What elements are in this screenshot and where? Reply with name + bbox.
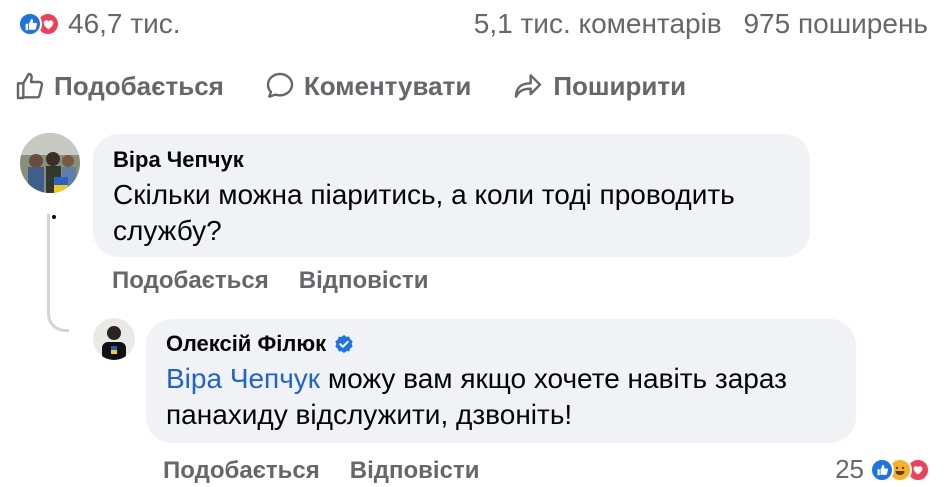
thumbs-up-icon bbox=[16, 72, 44, 100]
reply-bubble: Олексій Філюк Віра Чепчук можу вам якщо … bbox=[146, 319, 856, 443]
reply-reactions-count: 25 bbox=[835, 454, 864, 484]
avatar-vira-chepchuk[interactable] bbox=[20, 133, 80, 193]
reply-author[interactable]: Олексій Філюк bbox=[166, 331, 836, 357]
like-button-label: Подобається bbox=[54, 70, 224, 101]
comment-bubble: Віра Чепчук Скільки можна піаритись, а к… bbox=[93, 134, 810, 257]
verified-badge-icon bbox=[335, 335, 353, 353]
share-button-label: Поширити bbox=[553, 70, 687, 101]
comment-like-link[interactable]: Подобається bbox=[112, 267, 269, 295]
share-arrow-icon bbox=[515, 74, 542, 98]
post-action-bar: Подобається Коментувати Поширити bbox=[14, 70, 726, 102]
reply-like-link[interactable]: Подобається bbox=[163, 457, 320, 485]
reply-actions: Подобається Відповісти bbox=[163, 457, 509, 485]
comment-text: Скільки можна піаритись, а коли тоді про… bbox=[113, 179, 735, 246]
like-reaction-icon bbox=[870, 457, 894, 482]
comment-button[interactable]: Коментувати bbox=[264, 70, 471, 102]
like-button[interactable]: Подобається bbox=[14, 70, 224, 102]
comment-author[interactable]: Віра Чепчук bbox=[113, 147, 790, 173]
like-reaction-icon bbox=[18, 12, 42, 36]
reply-mention-link[interactable]: Віра Чепчук bbox=[166, 363, 320, 394]
share-button[interactable]: Поширити bbox=[511, 70, 686, 102]
shares-count[interactable]: 975 поширень bbox=[743, 8, 928, 39]
comment-reply-link[interactable]: Відповісти bbox=[299, 267, 429, 295]
reply-reply-link[interactable]: Відповісти bbox=[350, 457, 480, 485]
reactions-count[interactable]: 46,7 тис. bbox=[68, 10, 181, 38]
post-reactions-summary[interactable]: 46,7 тис. bbox=[18, 10, 181, 38]
reply-thread-line bbox=[47, 214, 69, 332]
reply-reactions-summary[interactable]: 25 bbox=[835, 454, 930, 485]
reply-text: Віра Чепчук можу вам якщо хочете навіть … bbox=[166, 363, 787, 430]
post-stats: 5,1 тис. коментарів 975 поширень bbox=[474, 10, 928, 38]
comment-bubble-icon bbox=[266, 72, 294, 98]
comment-actions: Подобається Відповісти bbox=[112, 267, 458, 295]
comments-count[interactable]: 5,1 тис. коментарів bbox=[474, 8, 722, 39]
comment-button-label: Коментувати bbox=[303, 70, 472, 101]
avatar-oleksii-filiuk[interactable] bbox=[93, 318, 135, 360]
